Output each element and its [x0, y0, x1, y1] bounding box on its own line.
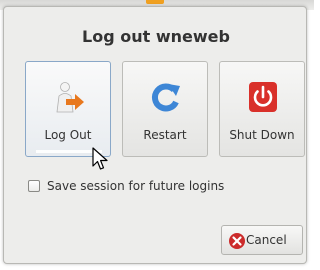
power-icon — [249, 82, 277, 112]
mouse-cursor-icon — [92, 147, 108, 170]
logout-dialog: Log out wneweb Log Out Restart Shut Down — [3, 6, 307, 264]
cancel-icon — [229, 233, 245, 249]
orange-accent — [146, 0, 164, 4]
restart-label: Restart — [143, 128, 187, 142]
logout-icon — [56, 82, 84, 113]
save-session-label: Save session for future logins — [47, 179, 225, 193]
logout-label: Log Out — [44, 128, 92, 142]
save-session-checkbox[interactable] — [28, 180, 40, 192]
cancel-button[interactable]: Cancel — [221, 225, 303, 255]
dialog-title: Log out wneweb — [82, 27, 230, 46]
shutdown-button[interactable]: Shut Down — [219, 61, 305, 157]
cancel-label: Cancel — [246, 233, 287, 247]
restart-icon — [151, 83, 180, 112]
restart-button[interactable]: Restart — [122, 61, 208, 157]
shutdown-label: Shut Down — [229, 128, 295, 142]
logout-button[interactable]: Log Out — [25, 61, 111, 157]
